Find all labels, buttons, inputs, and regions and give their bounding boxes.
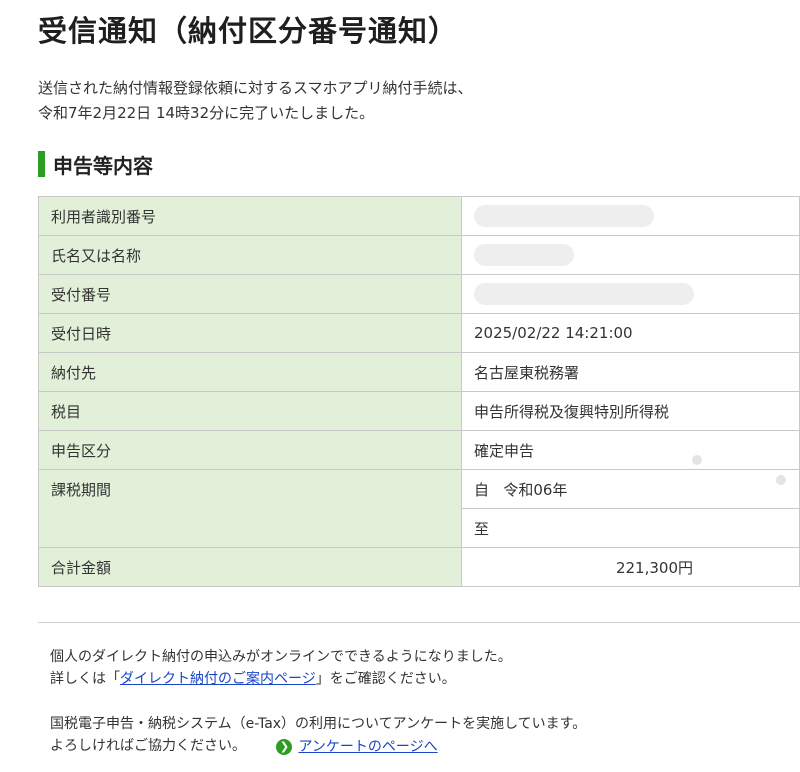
table-row-filing-type: 申告区分 確定申告: [38, 430, 800, 470]
name-label: 氏名又は名称: [38, 235, 462, 275]
redacted-user-id: [474, 205, 654, 227]
filing-details-table: 利用者識別番号 氏名又は名称 受付番号 受付日時 2025/02/22 14:2…: [38, 196, 800, 587]
direct-notice-line-1: 個人のダイレクト納付の申込みがオンラインでできるようになりました。: [50, 649, 512, 665]
section-heading: 申告等内容: [38, 150, 153, 178]
table-row-user-id: 利用者識別番号: [38, 196, 800, 236]
payee-label: 納付先: [38, 352, 462, 392]
table-row-receipt-datetime: 受付日時 2025/02/22 14:21:00: [38, 313, 800, 353]
table-row-name: 氏名又は名称: [38, 235, 800, 275]
tax-period-to: 至: [461, 508, 800, 548]
direct-notice-suffix: 」をご確認ください。: [315, 671, 456, 687]
table-row-payee: 納付先 名古屋東税務署: [38, 352, 800, 392]
survey-notice-line-2: よろしければご協力ください。 ❯ アンケートのページへ: [50, 735, 586, 758]
filing-type-label: 申告区分: [38, 430, 462, 470]
page-title: 受信通知（納付区分番号通知）: [38, 14, 459, 48]
scroll-artifact-dot: [692, 455, 702, 465]
heading-accent-bar: [38, 151, 45, 177]
tax-period-from-prefix: 自: [474, 480, 490, 499]
payee-value: 名古屋東税務署: [461, 352, 800, 392]
direct-notice-line-2: 詳しくは「ダイレクト納付のご案内ページ」をご確認ください。: [50, 668, 512, 690]
chevron-right-circle-icon: ❯: [276, 739, 293, 755]
tax-item-value: 申告所得税及復興特別所得税: [461, 391, 800, 431]
survey-notice: 国税電子申告・納税システム（e-Tax）の利用についてアンケートを実施しています…: [50, 713, 586, 758]
tax-period-label: 課税期間: [38, 469, 462, 548]
survey-request-text: よろしければご協力ください。: [50, 738, 246, 754]
tax-item-label: 税目: [38, 391, 462, 431]
scroll-artifact-dot: [776, 475, 786, 485]
survey-link-wrapper[interactable]: ❯ アンケートのページへ: [276, 736, 438, 758]
table-row-tax-period-from: 課税期間 自 令和06年: [38, 469, 800, 548]
tax-period-from-value: 令和06年: [503, 480, 568, 499]
receipt-no-label: 受付番号: [38, 274, 462, 314]
table-row-tax-item: 税目 申告所得税及復興特別所得税: [38, 391, 800, 431]
survey-page-link[interactable]: アンケートのページへ: [298, 736, 437, 758]
receipt-datetime-label: 受付日時: [38, 313, 462, 353]
redacted-name: [474, 244, 574, 266]
section-divider: [38, 622, 800, 623]
intro-line-2: 令和7年2月22日 14時32分に完了いたしました。: [38, 104, 375, 122]
direct-payment-guide-link[interactable]: ダイレクト納付のご案内ページ: [120, 671, 316, 687]
direct-notice-prefix: 詳しくは「: [50, 671, 120, 687]
table-row-receipt-no: 受付番号: [38, 274, 800, 314]
total-label: 合計金額: [38, 547, 462, 587]
intro-message: 送信された納付情報登録依頼に対するスマホアプリ納付手続は、 令和7年2月22日 …: [38, 76, 473, 126]
table-row-total: 合計金額 221,300円: [38, 547, 800, 587]
tax-period-from: 自 令和06年: [461, 469, 800, 509]
user-id-value: [461, 196, 800, 236]
receipt-no-value: [461, 274, 800, 314]
tax-period-to-prefix: 至: [474, 519, 490, 538]
total-amount: 221,300円: [461, 547, 800, 587]
filing-type-value: 確定申告: [461, 430, 800, 470]
intro-line-1: 送信された納付情報登録依頼に対するスマホアプリ納付手続は、: [38, 79, 473, 97]
name-value: [461, 235, 800, 275]
redacted-receipt-no: [474, 283, 694, 305]
direct-payment-notice: 個人のダイレクト納付の申込みがオンラインでできるようになりました。 詳しくは「ダ…: [50, 646, 512, 690]
section-heading-text: 申告等内容: [53, 153, 153, 178]
user-id-label: 利用者識別番号: [38, 196, 462, 236]
receipt-datetime-value: 2025/02/22 14:21:00: [461, 313, 800, 353]
survey-notice-line-1: 国税電子申告・納税システム（e-Tax）の利用についてアンケートを実施しています…: [50, 716, 587, 732]
